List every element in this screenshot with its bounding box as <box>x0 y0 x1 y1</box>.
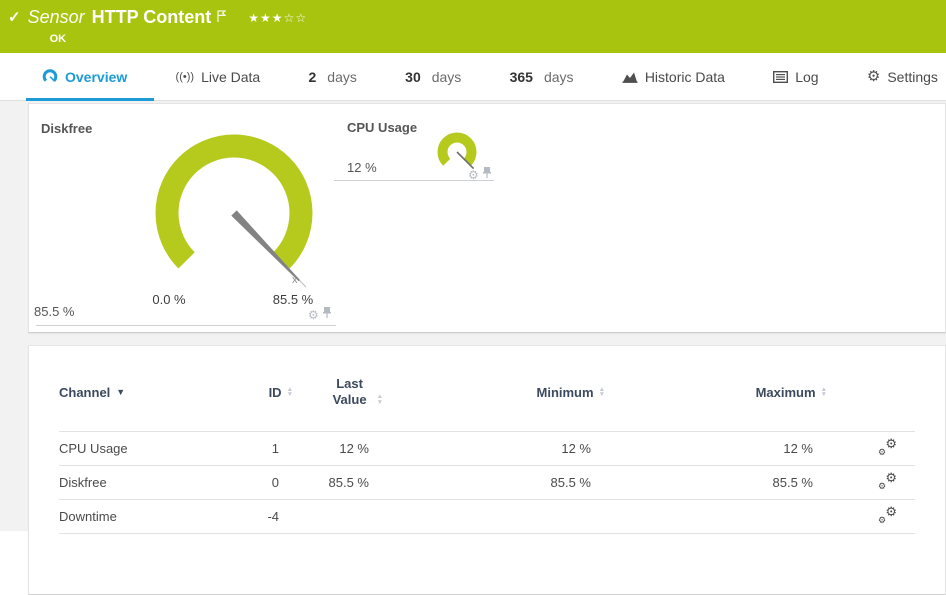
cell-actions: ⚙ ⚙ <box>827 504 915 526</box>
banner-main: Sensor HTTP Content ★★★☆☆ OK <box>28 6 308 45</box>
column-label: Last Value <box>332 376 367 407</box>
cell-minimum: 85.5 % <box>550 475 591 490</box>
gauge-title: CPU Usage <box>347 120 418 135</box>
column-label: Maximum <box>755 384 816 400</box>
status-ok-check-icon: ✓ <box>8 9 21 26</box>
channel-settings-gears-icon[interactable]: ⚙ ⚙ <box>878 436 897 457</box>
gauge-tile-tools: ⚙ <box>308 306 332 324</box>
tab-number: 2 <box>308 68 317 85</box>
gauge-tile-cpu-usage: CPU Usage 12 % ⚙ <box>334 116 496 184</box>
gauge-tile-tools: ⚙ <box>468 166 492 184</box>
table-row-downtime[interactable]: Downtime -4 ⚙ ⚙ <box>59 499 915 534</box>
tab-live-data[interactable]: ((•)) Live Data <box>176 69 261 85</box>
gauge-value: 12 % <box>347 160 377 175</box>
gear-icon: ⚙ <box>866 67 881 85</box>
tab-unit: days <box>327 68 357 85</box>
tab-label: Settings <box>887 68 938 85</box>
tab-bar: Overview ((•)) Live Data 2 days 30 days … <box>0 53 946 101</box>
tab-label: Overview <box>65 68 128 85</box>
table-row-diskfree[interactable]: Diskfree 0 85.5 % 85.5 % 85.5 % ⚙ ⚙ <box>59 465 915 499</box>
tab-overview[interactable]: Overview <box>42 69 127 85</box>
tab-log[interactable]: Log <box>773 68 819 85</box>
flag-icon[interactable] <box>217 7 227 29</box>
column-label: Minimum <box>536 384 594 400</box>
sensor-status-banner: ✓ Sensor HTTP Content ★★★☆☆ OK <box>0 0 946 53</box>
content-area: Diskfree x̄ 0.0 % 85.5 % 85.5 % ⚙ CPU Us… <box>0 101 946 595</box>
priority-stars[interactable]: ★★★☆☆ <box>248 7 307 29</box>
cell-id: 1 <box>271 441 279 456</box>
gauge-scale-max: 85.5 % <box>272 292 314 307</box>
tab-historic-data[interactable]: Historic Data <box>622 69 725 85</box>
tab-30-days[interactable]: 30 days <box>405 69 461 85</box>
diskfree-gauge <box>155 134 313 288</box>
column-label: Channel <box>59 384 111 400</box>
gauge-title: Diskfree <box>41 121 93 136</box>
channels-panel: Channel ▼ ID ▲ ▼ Last Value ▲ ▼ Minimum ▲ ▼ <box>28 345 946 595</box>
tile-divider <box>334 180 494 181</box>
sensor-status-text: OK <box>49 33 67 45</box>
cell-actions: ⚙ ⚙ <box>827 470 915 492</box>
tab-unit: days <box>431 68 462 85</box>
column-label: ID <box>268 384 282 400</box>
tab-365-days[interactable]: 365 days <box>510 69 574 85</box>
banner-title-row: Sensor HTTP Content ★★★☆☆ <box>28 6 308 29</box>
tab-unit: days <box>543 68 574 85</box>
tab-settings[interactable]: ⚙ Settings <box>867 69 938 85</box>
log-list-icon <box>773 70 789 83</box>
gauge-icon <box>42 68 58 85</box>
cell-id: -4 <box>267 509 279 524</box>
column-header-maximum[interactable]: Maximum ▲ ▼ <box>605 385 827 400</box>
channel-table: Channel ▼ ID ▲ ▼ Last Value ▲ ▼ Minimum ▲ ▼ <box>29 346 945 534</box>
cell-last-value: 85.5 % <box>328 475 369 490</box>
cell-channel[interactable]: Diskfree <box>59 475 249 490</box>
cell-channel[interactable]: CPU Usage <box>59 441 249 456</box>
stars-filled: ★★★ <box>248 11 284 25</box>
gauge-value: 85.5 % <box>34 304 75 319</box>
sorted-desc-icon: ▼ <box>116 387 126 397</box>
sort-icon: ▲ ▼ <box>820 385 827 398</box>
sensor-title: HTTP Content <box>91 7 212 27</box>
cell-id: 0 <box>271 475 279 490</box>
tab-label: Live Data <box>201 68 261 85</box>
average-marker: x̄ <box>292 274 298 286</box>
column-header-last-value[interactable]: Last Value ▲ ▼ <box>293 376 383 408</box>
channel-table-header: Channel ▼ ID ▲ ▼ Last Value ▲ ▼ Minimum ▲ ▼ <box>59 346 915 431</box>
cell-maximum: 85.5 % <box>772 475 813 490</box>
cell-last-value: 12 % <box>339 441 369 456</box>
cell-actions: ⚙ ⚙ <box>827 436 915 458</box>
stars-empty: ☆☆ <box>283 11 308 25</box>
tile-divider <box>36 325 336 326</box>
channel-settings-gears-icon[interactable]: ⚙ ⚙ <box>878 504 897 525</box>
column-header-id[interactable]: ID ▲ ▼ <box>249 385 293 400</box>
gauge-settings-gear-icon[interactable]: ⚙ <box>308 308 319 322</box>
tab-label: Historic Data <box>644 68 725 85</box>
cell-maximum: 12 % <box>783 441 813 456</box>
column-header-channel[interactable]: Channel ▼ <box>59 385 249 400</box>
column-header-minimum[interactable]: Minimum ▲ ▼ <box>383 384 606 400</box>
pin-icon[interactable] <box>322 306 332 324</box>
tab-2-days[interactable]: 2 days <box>309 69 357 85</box>
channel-settings-gears-icon[interactable]: ⚙ ⚙ <box>878 470 897 491</box>
gauges-panel: Diskfree x̄ 0.0 % 85.5 % 85.5 % ⚙ CPU Us… <box>28 103 946 333</box>
pin-icon[interactable] <box>482 166 492 184</box>
live-data-icon: ((•)) <box>175 70 195 83</box>
cell-minimum: 12 % <box>561 441 591 456</box>
gauge-scale-min: 0.0 % <box>152 292 186 307</box>
area-chart-icon <box>622 70 638 83</box>
gauge-tile-diskfree: Diskfree x̄ 0.0 % 85.5 % 85.5 % ⚙ <box>34 116 336 326</box>
table-row-cpu-usage[interactable]: CPU Usage 1 12 % 12 % 12 % ⚙ ⚙ <box>59 431 915 465</box>
tab-number: 30 <box>405 68 421 85</box>
cell-channel[interactable]: Downtime <box>59 509 249 524</box>
tab-label: Log <box>795 68 819 85</box>
prtg-sensor-page: ✓ Sensor HTTP Content ★★★☆☆ OK Overview <box>0 0 946 595</box>
tab-number: 365 <box>509 68 533 85</box>
sensor-kind-label: Sensor <box>27 7 85 27</box>
